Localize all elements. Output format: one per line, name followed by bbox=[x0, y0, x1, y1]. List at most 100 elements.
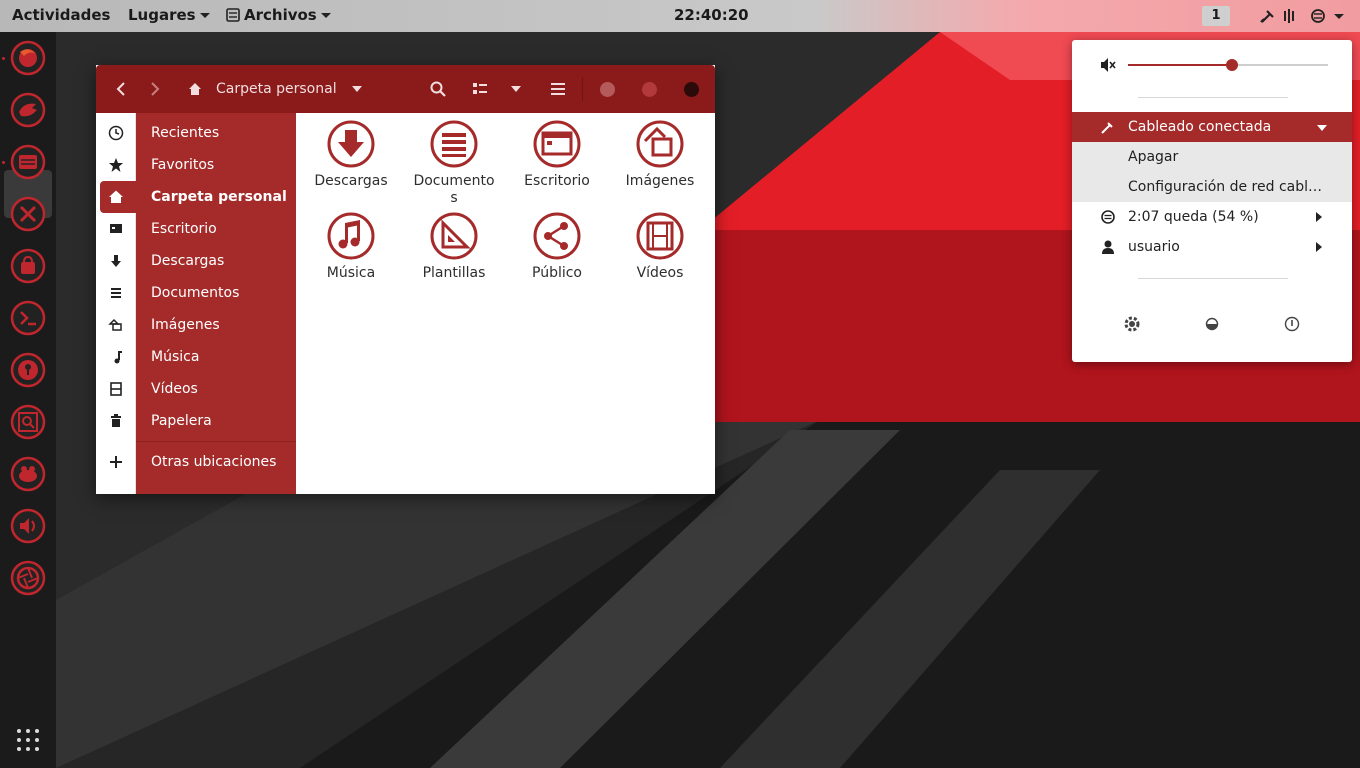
file-view: Descargas Documentos Escritorio Imágenes… bbox=[296, 113, 715, 494]
list-view-icon bbox=[473, 83, 487, 94]
screenshot-icon[interactable] bbox=[10, 404, 46, 440]
camera-icon[interactable] bbox=[10, 560, 46, 596]
network-off-item[interactable]: Apagar bbox=[1072, 142, 1352, 172]
lock-screen-icon[interactable] bbox=[1202, 314, 1222, 334]
chevron-right-icon bbox=[1316, 212, 1322, 222]
back-button[interactable] bbox=[112, 77, 130, 101]
folder-item[interactable]: Documentos bbox=[404, 119, 504, 207]
path-bar-button[interactable]: Carpeta personal bbox=[188, 75, 363, 103]
sidebar-item-pictures[interactable]: Imágenes bbox=[96, 309, 296, 341]
clock-icon bbox=[108, 125, 124, 141]
music-folder-icon bbox=[327, 212, 375, 260]
store-icon[interactable] bbox=[10, 248, 46, 284]
sidebar-item-music[interactable]: Música bbox=[96, 341, 296, 373]
network-off-label: Apagar bbox=[1128, 149, 1179, 165]
maximize-button[interactable] bbox=[642, 82, 657, 97]
forward-button[interactable] bbox=[146, 77, 164, 101]
music-icon bbox=[114, 351, 122, 364]
public-folder-icon bbox=[533, 212, 581, 260]
folder-item[interactable]: Plantillas bbox=[404, 211, 504, 282]
sidebar-item-videos[interactable]: Vídeos bbox=[96, 373, 296, 405]
running-indicator bbox=[2, 161, 5, 164]
folder-label: Vídeos bbox=[636, 265, 684, 281]
wired-network-icon bbox=[1260, 10, 1274, 23]
firefox-icon[interactable] bbox=[10, 40, 46, 76]
network-status-label: Cableado conectada bbox=[1128, 119, 1272, 135]
clock[interactable]: 22:40:20 bbox=[674, 0, 749, 32]
volume-slider-fill bbox=[1128, 64, 1232, 66]
sidebar-item-desktop[interactable]: Escritorio bbox=[96, 213, 296, 245]
running-indicator bbox=[2, 57, 5, 60]
folder-item[interactable]: Imágenes bbox=[610, 119, 710, 190]
plus-icon bbox=[110, 456, 122, 468]
download-icon bbox=[111, 255, 121, 267]
system-menu-button[interactable] bbox=[1258, 0, 1348, 32]
activities-button[interactable]: Actividades bbox=[12, 0, 110, 32]
folder-item[interactable]: Música bbox=[301, 211, 401, 282]
sidebar-item-label: Papelera bbox=[151, 413, 212, 429]
minimize-button[interactable] bbox=[600, 82, 615, 97]
desktop-folder-icon bbox=[533, 120, 581, 168]
folder-item[interactable]: Vídeos bbox=[610, 211, 710, 282]
hamburger-menu-button[interactable] bbox=[548, 77, 568, 101]
folder-label: Escritorio bbox=[524, 173, 590, 189]
workspace-indicator[interactable]: 1 bbox=[1202, 6, 1230, 26]
folder-item[interactable]: Público bbox=[507, 211, 607, 282]
image-icon bbox=[108, 318, 122, 331]
sidebar-item-trash[interactable]: Papelera bbox=[96, 405, 296, 437]
view-options-button[interactable] bbox=[506, 77, 526, 101]
terminal-icon[interactable] bbox=[10, 300, 46, 336]
trash-icon bbox=[111, 414, 121, 427]
battery-icon bbox=[1311, 9, 1325, 23]
volume-icon bbox=[1284, 9, 1294, 23]
settings-icon[interactable] bbox=[1122, 314, 1142, 334]
chevron-down-icon bbox=[1334, 14, 1344, 19]
search-button[interactable] bbox=[428, 77, 448, 101]
sidebar-item-downloads[interactable]: Descargas bbox=[96, 245, 296, 277]
user-icon bbox=[1102, 240, 1114, 254]
dock bbox=[0, 32, 56, 768]
sound-icon[interactable] bbox=[10, 508, 46, 544]
network-settings-item[interactable]: Configuración de red cabl… bbox=[1072, 172, 1352, 202]
file-cabinet-icon bbox=[226, 8, 240, 22]
sidebar-item-starred[interactable]: Favoritos bbox=[96, 149, 296, 181]
thunderbird-icon[interactable] bbox=[10, 92, 46, 128]
folder-label: Plantillas bbox=[422, 265, 486, 281]
files-icon[interactable] bbox=[10, 144, 46, 180]
tools-icon[interactable] bbox=[10, 196, 46, 232]
sidebar-item-other-locations[interactable]: Otras ubicaciones bbox=[96, 446, 296, 478]
power-icon[interactable] bbox=[1282, 314, 1302, 334]
grid-icon[interactable] bbox=[16, 728, 40, 752]
folder-item[interactable]: Descargas bbox=[301, 119, 401, 190]
home-icon bbox=[109, 190, 123, 203]
document-icon bbox=[111, 288, 121, 298]
volume-slider-handle[interactable] bbox=[1226, 59, 1238, 71]
chevron-down-icon bbox=[351, 86, 362, 92]
sidebar-item-label: Otras ubicaciones bbox=[151, 454, 277, 470]
chevron-right-icon bbox=[151, 82, 160, 96]
gimp-icon[interactable] bbox=[10, 456, 46, 492]
view-toggle-button[interactable] bbox=[470, 77, 490, 101]
chevron-down-icon bbox=[511, 86, 521, 92]
places-menu[interactable]: Lugares bbox=[128, 0, 210, 32]
close-button[interactable] bbox=[684, 82, 699, 97]
sidebar-item-documents[interactable]: Documentos bbox=[96, 277, 296, 309]
volume-muted-icon[interactable] bbox=[1100, 57, 1116, 73]
user-label: usuario bbox=[1128, 239, 1180, 255]
volume-slider[interactable] bbox=[1128, 59, 1328, 71]
chevron-down-icon bbox=[199, 13, 210, 18]
user-menu-item[interactable]: usuario bbox=[1072, 232, 1352, 262]
download-folder-icon bbox=[327, 120, 375, 168]
app-menu[interactable]: Archivos bbox=[226, 0, 331, 32]
videos-folder-icon bbox=[636, 212, 684, 260]
keyring-icon[interactable] bbox=[10, 352, 46, 388]
folder-item[interactable]: Escritorio bbox=[507, 119, 607, 190]
star-icon bbox=[109, 158, 123, 172]
sidebar-item-recent[interactable]: Recientes bbox=[96, 117, 296, 149]
battery-menu-item[interactable]: 2:07 queda (54 %) bbox=[1072, 202, 1352, 232]
network-menu-item[interactable]: Cableado conectada bbox=[1072, 112, 1352, 142]
sidebar-item-label: Descargas bbox=[151, 253, 225, 269]
chevron-down-icon bbox=[1317, 125, 1327, 131]
sidebar-item-home[interactable]: Carpeta personal bbox=[96, 181, 296, 213]
sidebar-divider bbox=[136, 441, 296, 442]
